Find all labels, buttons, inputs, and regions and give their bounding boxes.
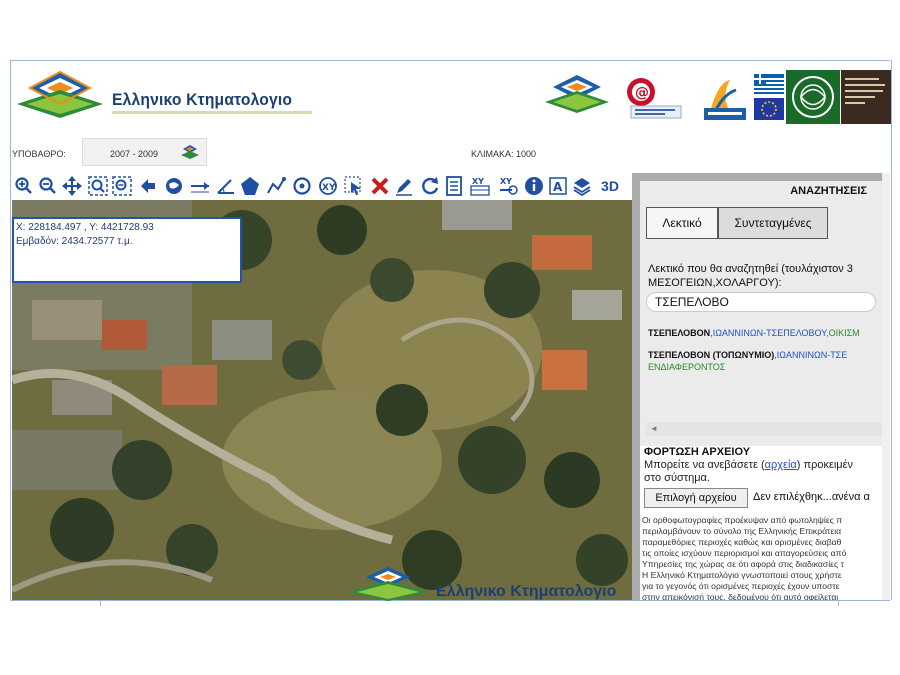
scroll-left-arrow-icon[interactable]: ◄ [650,424,658,433]
greece-eu-flags-icon [754,74,784,120]
svg-text:XY: XY [500,177,512,186]
zoom-in-icon[interactable] [14,176,34,196]
underlay-select[interactable]: 2007 - 2009 [82,138,207,166]
ellada-2008-logo-icon [704,80,746,120]
results-horizontal-scrollbar[interactable]: ◄ [646,422,882,436]
measure-angle-icon[interactable] [216,176,236,196]
disclaimer-text: Οι ορθοφωτογραφίες προέκυψαν από φωτοληψ… [642,515,847,600]
svg-text:XY: XY [472,177,484,186]
coordinates-area: Εμβαδόν: 2434.72577 τ.μ. [16,236,133,247]
underlay-layer-icon [181,145,199,159]
coordinates-readout: X: 228184.497 , Y: 4421728.93 Εμβαδόν: 2… [12,217,242,283]
panel-vertical-scrollbar[interactable] [882,173,890,600]
svg-text:A: A [553,180,563,194]
environment-ministry-label-icon [841,70,891,124]
result-item[interactable]: ΤΣΕΠΕΛΟΒΟΝ,ΙΩΑΝΝΙΝΩΝ-ΤΣΕΠΕΛΟΒΟΥ,ΟΙΚΙΣΜ [648,328,860,338]
xy-goto-icon[interactable]: XY [498,176,518,196]
zoom-out-icon[interactable] [38,176,58,196]
xy-table-icon[interactable]: XY [470,176,490,196]
frame-tick [100,600,101,606]
result-item[interactable]: ΤΣΕΠΕΛΟΒΟΝ (ΤΟΠΩΝΥΜΙΟ),ΙΩΑΝΝΙΝΩΝ-ΤΣΕ [648,350,847,360]
map-watermark-text: Ελληνικο Κτηματολογιο [436,583,617,600]
refresh-icon[interactable] [420,176,440,196]
3d-view-button[interactable]: 3D [598,176,622,196]
underlay-value: 2007 - 2009 [110,149,159,159]
full-extent-icon[interactable] [164,176,184,196]
environment-ministry-emblem-icon [786,70,840,124]
upload-section: ΦΟΡΤΩΣΗ ΑΡΧΕΙΟΥ Μπορείτε να ανεβάσετε (α… [640,446,882,600]
measure-area-icon[interactable] [240,176,260,196]
xy-point-icon[interactable]: XY [318,176,338,196]
watermark-logo-icon [347,567,429,601]
brand-title: Ελληνικο Κτηματολογιο [112,90,293,109]
choose-file-button[interactable]: Επιλογή αρχείου [644,488,748,508]
svg-text:XY: XY [322,183,336,193]
tab-coordinates[interactable]: Συντεταγμένες [718,207,828,239]
search-hint: Λεκτικό που θα αναζητηθεί (τουλάχιστον 3… [648,263,853,289]
svg-text:@: @ [635,85,649,101]
search-title: ΑΝΑΖΗΤΗΣΕΙΣ [790,185,867,197]
no-file-label: Δεν επιλέχθηκ...ανένα α [753,491,870,503]
files-link[interactable]: αρχεία [765,459,797,471]
search-input[interactable] [646,292,876,312]
zoom-box-out-icon[interactable] [112,176,132,196]
scale-readout: ΚΛΙΜΑΚΑ: 1000 [471,149,537,159]
clear-icon[interactable] [370,176,390,196]
ktimatologio-logo-icon [17,70,103,118]
map-toolbar: XY XY XY A 3D [12,173,632,200]
pan-icon[interactable] [62,176,82,196]
upload-description: Μπορείτε να ανεβάσετε (αρχεία) προκειμέν… [644,459,854,484]
layers-icon[interactable] [572,176,592,196]
result-item-continued: ΕΝΔΙΑΦΕΡΟΝΤΟΣ [648,362,726,372]
edit-icon[interactable] [394,176,414,196]
underlay-label: ΥΠΟΒΑΘΡΟ: [12,149,66,159]
tab-text-search[interactable]: Λεκτικό [646,207,718,239]
frame-tick [838,600,839,606]
previous-view-icon[interactable] [138,176,158,196]
digital-greece-logo-icon: @ [627,78,682,119]
text-label-icon[interactable]: A [548,176,568,196]
search-panel-inner: ΑΝΑΖΗΤΗΣΕΙΣ Λεκτικό Συντεταγμένες Λεκτικ… [640,181,882,446]
measure-line-icon[interactable] [190,176,210,196]
ktimatologio-small-logo-icon [545,75,609,113]
select-icon[interactable] [344,176,364,196]
info-icon[interactable] [524,176,544,196]
coordinates-xy: X: 228184.497 , Y: 4421728.93 [16,222,154,233]
document-icon[interactable] [444,176,464,196]
polyline-icon[interactable] [266,176,286,196]
zoom-box-in-icon[interactable] [88,176,108,196]
search-panel: ΑΝΑΖΗΤΗΣΕΙΣ Λεκτικό Συντεταγμένες Λεκτικ… [632,173,882,600]
upload-title: ΦΟΡΤΩΣΗ ΑΡΧΕΙΟΥ [644,446,751,458]
circle-icon[interactable] [292,176,312,196]
brand-underline [112,111,312,114]
